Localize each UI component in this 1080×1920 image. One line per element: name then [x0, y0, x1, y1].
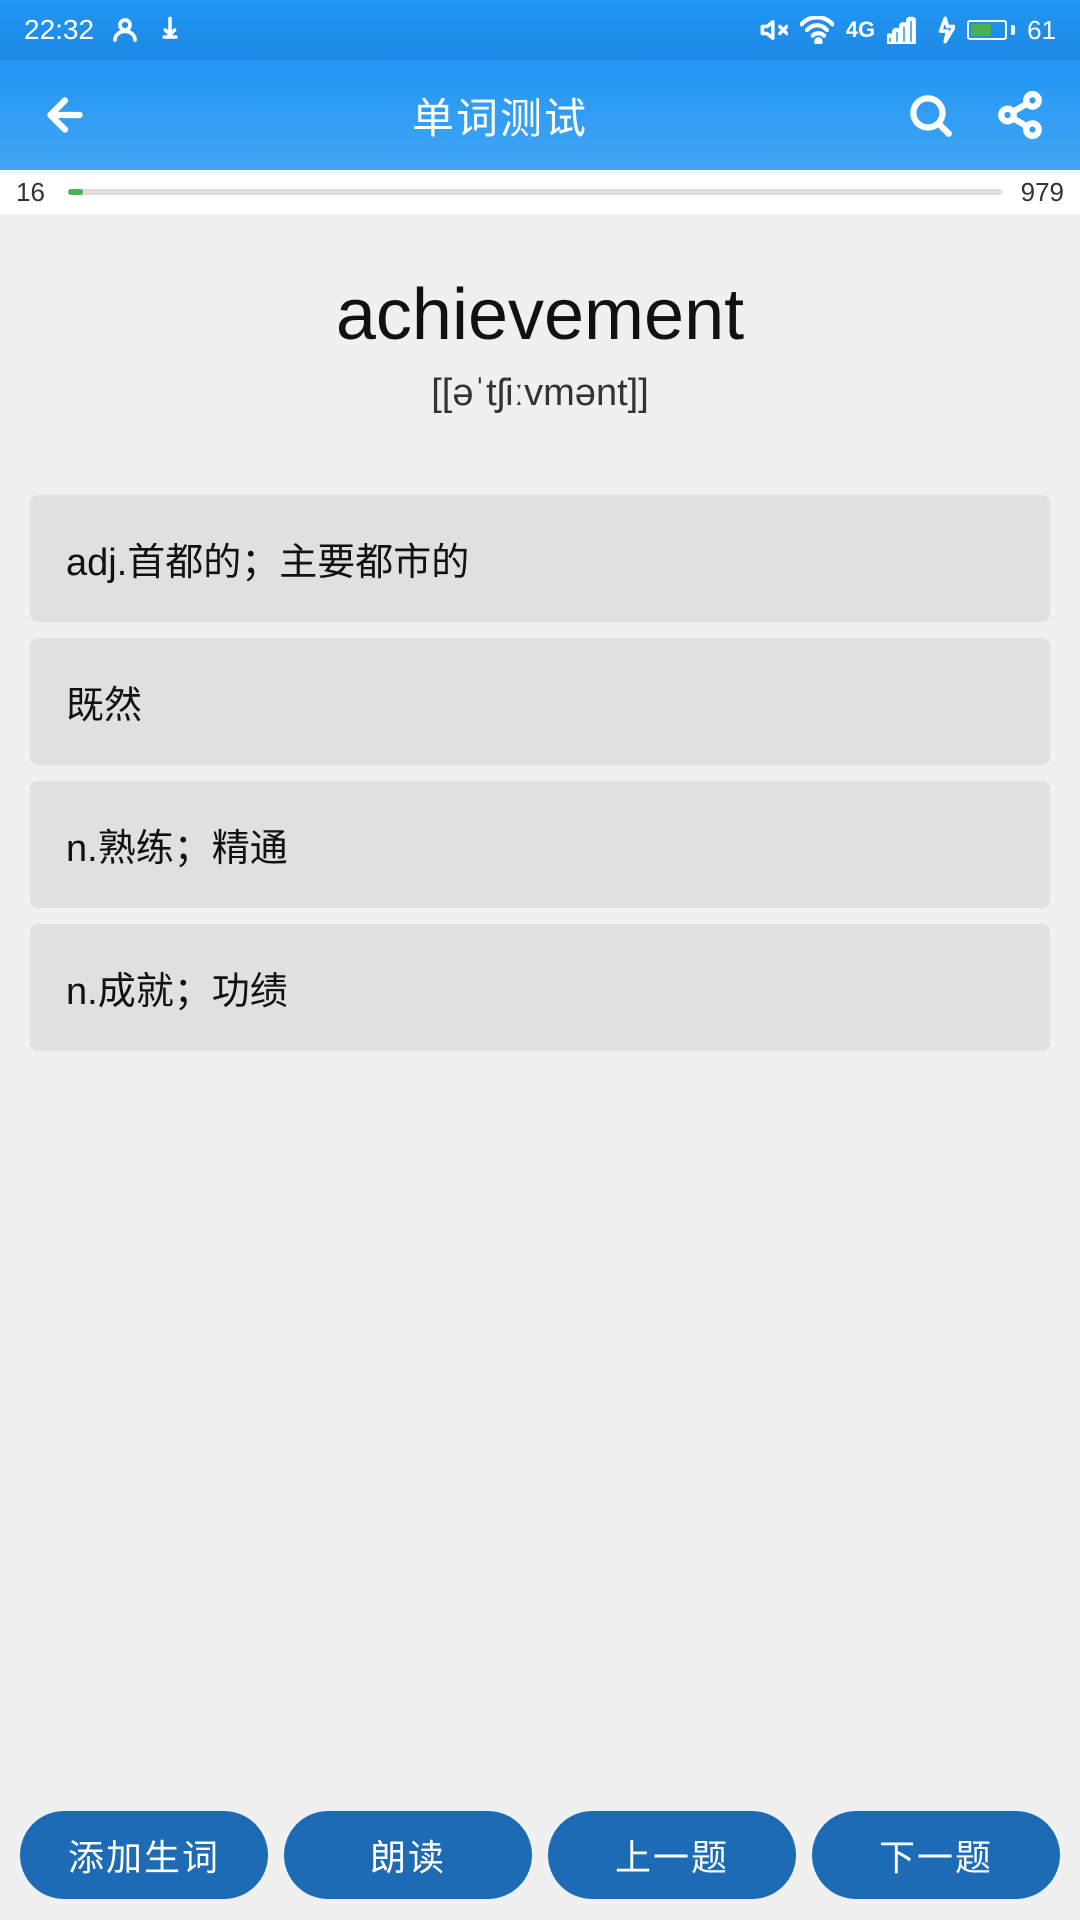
- search-button[interactable]: [900, 85, 960, 145]
- mute-icon: [760, 16, 788, 44]
- word-phonetic: [[əˈtʃiːvmənt]]: [40, 372, 1040, 415]
- main-content: achievement [[əˈtʃiːvmənt]] adj.首都的；主要都市…: [0, 214, 1080, 1790]
- nav-icons: [900, 85, 1050, 145]
- wifi-icon: [800, 16, 834, 44]
- battery-indicator: [967, 20, 1015, 40]
- progress-fill: [68, 189, 83, 195]
- progress-current: 16: [16, 177, 56, 208]
- status-right: 4G 61: [760, 15, 1056, 46]
- option-1[interactable]: adj.首都的；主要都市的: [30, 495, 1050, 622]
- nav-title: 单词测试: [412, 85, 588, 146]
- usb-icon: [156, 16, 184, 44]
- status-left: 22:32: [24, 14, 184, 46]
- back-button[interactable]: [30, 80, 100, 150]
- options-section: adj.首都的；主要都市的 既然 n.熟练；精通 n.成就；功绩: [0, 455, 1080, 1091]
- signal-icon: [887, 16, 921, 44]
- progress-bar-area: 16 979: [0, 170, 1080, 214]
- bottom-bar: 添加生词 朗读 上一题 下一题: [0, 1790, 1080, 1920]
- option-2[interactable]: 既然: [30, 638, 1050, 765]
- add-word-button[interactable]: 添加生词: [20, 1811, 268, 1899]
- status-time: 22:32: [24, 14, 94, 46]
- read-aloud-button[interactable]: 朗读: [284, 1811, 532, 1899]
- next-question-button[interactable]: 下一题: [812, 1811, 1060, 1899]
- network-4g: 4G: [846, 17, 875, 43]
- charging-icon: [933, 16, 955, 44]
- progress-track: [68, 189, 1002, 195]
- word-section: achievement [[əˈtʃiːvmənt]]: [0, 214, 1080, 455]
- option-4[interactable]: n.成就；功绩: [30, 924, 1050, 1051]
- word-text: achievement: [40, 274, 1040, 356]
- share-button[interactable]: [990, 85, 1050, 145]
- option-3[interactable]: n.熟练；精通: [30, 781, 1050, 908]
- prev-question-button[interactable]: 上一题: [548, 1811, 796, 1899]
- battery-percent: 61: [1027, 15, 1056, 46]
- progress-total: 979: [1014, 177, 1064, 208]
- person-icon: [110, 15, 140, 45]
- nav-bar: 单词测试: [0, 60, 1080, 170]
- status-bar: 22:32 4G: [0, 0, 1080, 60]
